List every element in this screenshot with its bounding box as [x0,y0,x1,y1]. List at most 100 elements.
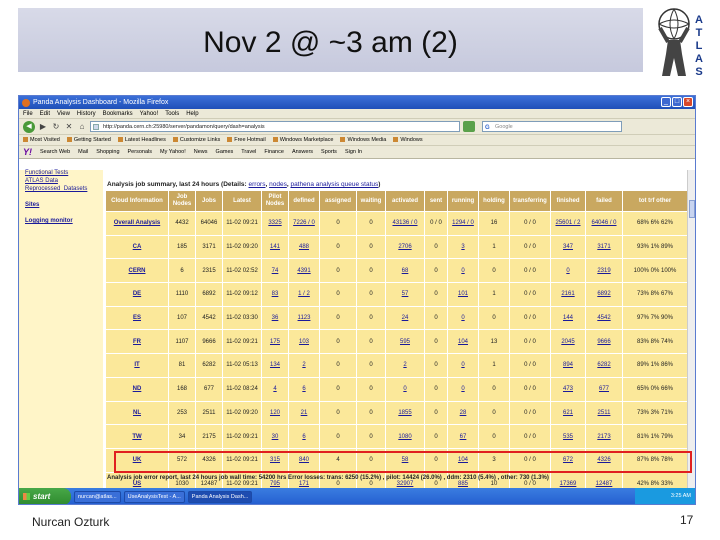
cloud-link[interactable]: ES [106,306,168,330]
table-cell-link[interactable]: 6282 [586,354,622,377]
table-cell-link[interactable]: 0 [448,259,478,283]
table-cell-link[interactable]: 1294 / 0 [448,212,478,235]
close-button[interactable]: × [683,97,693,107]
table-cell-link[interactable]: 1855 [386,401,424,425]
cloud-link[interactable]: FR [106,330,168,354]
bookmark-item[interactable]: Windows Media [340,137,386,143]
table-cell-link[interactable]: 0 [448,377,478,401]
table-cell-link[interactable]: 24 [386,306,424,330]
table-cell-link[interactable]: 2319 [586,259,622,283]
bookmark-item[interactable]: Latest Headlines [117,137,166,143]
table-cell-link[interactable]: 7226 / 0 [289,212,319,235]
stop-icon[interactable]: ✕ [64,122,74,131]
table-cell-link[interactable]: 83 [262,283,288,306]
table-cell-link[interactable]: 595 [386,330,424,354]
table-cell-link[interactable]: 25601 / 2 [551,212,585,235]
table-cell-link[interactable]: 2706 [386,235,424,259]
table-cell-link[interactable]: 3 [448,235,478,259]
nodes-link[interactable]: nodes [269,181,287,188]
menu-bookmarks[interactable]: Bookmarks [103,109,133,118]
table-cell-link[interactable]: 3325 [262,212,288,235]
table-cell-link[interactable]: 535 [551,425,585,448]
table-cell-link[interactable]: 0 [551,259,585,283]
cloud-link[interactable]: NL [106,401,168,425]
yahoo-item[interactable]: Finance [264,149,284,155]
cloud-link[interactable]: ND [106,377,168,401]
table-cell-link[interactable]: 103 [289,330,319,354]
yahoo-item[interactable]: News [194,149,208,155]
table-cell-link[interactable]: 141 [262,235,288,259]
sidebar-link-sites[interactable]: Sites [25,202,39,208]
yahoo-logo-icon[interactable]: Y! [23,147,32,157]
cloud-link[interactable]: TW [106,425,168,448]
table-cell-link[interactable]: 21 [289,401,319,425]
queue-status-link[interactable]: pathena analysis queue status [290,181,378,188]
cloud-link[interactable]: CA [106,235,168,259]
table-cell-link[interactable]: 36 [262,306,288,330]
table-cell-link[interactable]: 621 [551,401,585,425]
table-cell-link[interactable]: 2 [289,354,319,377]
table-cell-link[interactable]: 74 [262,259,288,283]
table-cell-link[interactable]: 894 [551,354,585,377]
back-icon[interactable]: ◀ [23,120,35,133]
vertical-scrollbar[interactable] [687,170,695,488]
maximize-button[interactable]: □ [672,97,682,107]
cloud-link[interactable]: DE [106,283,168,306]
table-cell-link[interactable]: 3171 [586,235,622,259]
bookmark-item[interactable]: Windows [393,137,423,143]
table-cell-link[interactable]: 43136 / 0 [386,212,424,235]
start-button[interactable]: start [19,488,71,504]
taskbar-item[interactable]: UseAnalysisTest - A... [123,490,185,503]
sidebar-link-reprocessed[interactable]: Reprocessed_Datasets [25,186,87,192]
minimize-button[interactable]: _ [661,97,671,107]
sidebar-link-atlas-data[interactable]: ATLAS Data [25,178,58,184]
sidebar-link-functional-tests[interactable]: Functional Tests [25,170,68,176]
menu-history[interactable]: History [77,109,96,118]
go-button[interactable] [463,121,475,132]
table-cell-link[interactable]: 677 [586,377,622,401]
yahoo-item[interactable]: Search Web [40,149,70,155]
yahoo-item[interactable]: Sign In [345,149,362,155]
table-cell-link[interactable]: 1 / 2 [289,283,319,306]
yahoo-item[interactable]: Sports [321,149,337,155]
table-cell-link[interactable]: 4542 [586,306,622,330]
table-cell-link[interactable]: 2161 [551,283,585,306]
cloud-link[interactable]: IT [106,354,168,377]
errors-link[interactable]: errors [249,181,266,188]
table-cell-link[interactable]: 1080 [386,425,424,448]
yahoo-item[interactable]: Games [216,149,234,155]
table-cell-link[interactable]: 9666 [586,330,622,354]
yahoo-item[interactable]: Personals [128,149,152,155]
menu-view[interactable]: View [57,109,70,118]
table-cell-link[interactable]: 104 [448,330,478,354]
scrollbar-thumb[interactable] [689,200,695,218]
table-cell-link[interactable]: 101 [448,283,478,306]
menu-help[interactable]: Help [186,109,198,118]
taskbar-item[interactable]: Panda Analysis Dash... [187,490,253,503]
table-cell-link[interactable]: 473 [551,377,585,401]
bookmark-item[interactable]: Windows Marketplace [272,137,333,143]
menu-file[interactable]: File [23,109,33,118]
forward-icon[interactable]: ▶ [38,122,48,131]
table-cell-link[interactable]: 6 [289,377,319,401]
table-cell-link[interactable]: 175 [262,330,288,354]
bookmark-item[interactable]: Customize Links [172,137,220,143]
table-cell-link[interactable]: 0 [386,377,424,401]
yahoo-item[interactable]: Answers [292,149,313,155]
table-cell-link[interactable]: 28 [448,401,478,425]
table-cell-link[interactable]: 0 [448,306,478,330]
bookmark-item[interactable]: Getting Started [66,137,111,143]
table-cell-link[interactable]: 6 [289,425,319,448]
table-cell-link[interactable]: 0 [448,354,478,377]
table-cell-link[interactable]: 68 [386,259,424,283]
table-cell-link[interactable]: 2511 [586,401,622,425]
home-icon[interactable]: ⌂ [77,122,87,131]
cloud-link[interactable]: Overall Analysis [106,212,168,235]
yahoo-item[interactable]: Travel [241,149,256,155]
table-cell-link[interactable]: 30 [262,425,288,448]
table-cell-link[interactable]: 120 [262,401,288,425]
table-cell-link[interactable]: 144 [551,306,585,330]
table-cell-link[interactable]: 2 [386,354,424,377]
table-cell-link[interactable]: 2045 [551,330,585,354]
table-cell-link[interactable]: 2173 [586,425,622,448]
